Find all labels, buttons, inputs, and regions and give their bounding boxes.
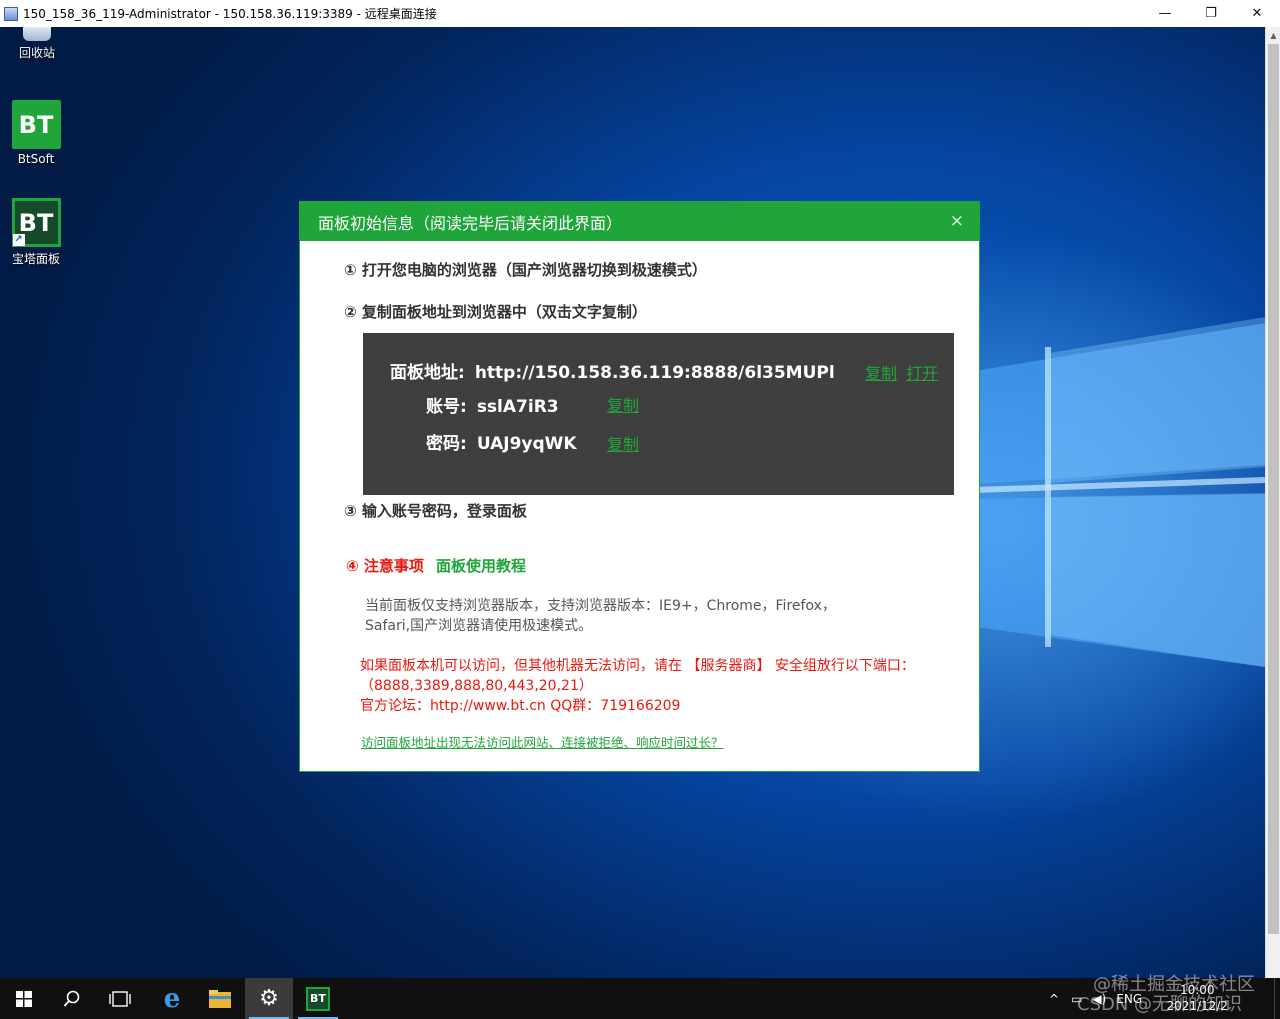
password-row: 密码: UAJ9yqWK [426,429,577,454]
close-button[interactable]: ✕ [1234,0,1280,27]
start-button[interactable] [0,978,48,1019]
account-row: 账号: sslA7iR3 [426,392,559,417]
notice-heading: ④ 注意事项 [346,557,424,575]
step-3: ③ 输入账号密码，登录面板 [344,502,527,520]
search-icon [63,990,80,1007]
desktop-icon-recycle-bin[interactable]: 回收站 [1,27,73,61]
internet-explorer-button[interactable]: e [148,978,196,1019]
search-button[interactable] [48,978,96,1019]
ports-note-line-1: 如果面板本机可以访问，但其他机器无法访问，请在 【服务器商】 安全组放行以下端口… [360,658,915,674]
shortcut-arrow-icon: ↗ [12,234,25,246]
copy-password-link[interactable]: 复制 [607,431,639,455]
watermark-csdn: CSDN @无聊的知识 [1077,994,1243,1015]
ports-note-line-2: （8888,3389,888,80,443,20,21） [360,678,593,694]
settings-button[interactable]: ⚙ [245,978,293,1019]
file-explorer-button[interactable] [196,978,244,1019]
desktop-icon-label: 宝塔面板 [11,252,60,266]
minimize-button[interactable]: — [1142,0,1188,27]
step-1: ① 打开您电脑的浏览器（国产浏览器切换到极速模式） [344,261,707,279]
copy-address-link[interactable]: 复制 [865,360,897,384]
task-view-button[interactable] [96,978,144,1019]
help-link[interactable]: 访问面板地址出现无法访问此网站、连接被拒绝、响应时间过长？ [361,732,724,751]
settings-icon: ⚙ [259,986,279,1011]
desktop-icon-label: 回收站 [18,46,55,60]
panel-address-value[interactable]: http://150.158.36.119:8888/6l35MUPl [475,363,835,383]
desktop-icon-bt-panel[interactable]: BT ↗ 宝塔面板 [0,198,72,267]
recycle-bin-icon [23,27,51,41]
remote-desktop-icon [4,6,18,21]
file-explorer-icon [209,989,231,1008]
step-2: ② 复制面板地址到浏览器中（双击文字复制） [344,303,647,321]
task-view-icon [109,990,131,1007]
scroll-thumb[interactable] [1268,44,1279,934]
start-icon [16,990,32,1007]
rdp-title-bar: 150_158_36_119-Administrator - 150.158.3… [0,0,1280,27]
browser-note-line-2: Safari,国产浏览器请使用极速模式。 [365,618,593,634]
forum-note: 官方论坛：http://www.bt.cn QQ群：719166209 [360,698,681,714]
vertical-scrollbar[interactable]: ▲ [1265,27,1280,978]
password-label: 密码: [426,434,467,454]
dialog-title: 面板初始信息（阅读完毕后请关闭此界面） [318,213,623,233]
edge-ie-icon: e [163,983,181,1014]
tutorial-link[interactable]: 面板使用教程 [436,557,526,575]
show-desktop-button[interactable] [1274,978,1280,1019]
dialog-header: 面板初始信息（阅读完毕后请关闭此界面） × [300,202,979,241]
panel-address-row: 面板地址: http://150.158.36.119:8888/6l35MUPl [390,358,835,383]
panel-address-label: 面板地址: [390,363,465,383]
bt-panel-icon: BT ↗ [11,198,61,247]
account-label: 账号: [426,397,467,417]
credentials-panel: 面板地址: http://150.158.36.119:8888/6l35MUPl… [363,333,954,495]
notice-title: ④ 注意事项 面板使用教程 [346,555,526,576]
password-value[interactable]: UAJ9yqWK [477,434,577,454]
window-controls: — ❐ ✕ [1142,0,1280,27]
bt-icon: BT [11,100,61,149]
tray-chevron-icon[interactable]: ^ [1049,992,1059,1006]
open-address-link[interactable]: 打开 [906,360,938,384]
remote-desktop: 回收站 BT BtSoft BT ↗ 宝塔面板 面板初始信息（阅读完毕后请关闭此… [0,27,1265,978]
browser-note-line-1: 当前面板仅支持浏览器版本，支持浏览器版本：IE9+，Chrome，Firefox… [365,598,836,614]
bt-panel-taskbar-button[interactable]: BT [294,978,342,1019]
desktop-icon-btsoft[interactable]: BT BtSoft [0,100,72,166]
bt-panel-glyph: BT [18,208,54,237]
dialog-close-icon[interactable]: × [950,211,964,231]
rdp-window-title: 150_158_36_119-Administrator - 150.158.3… [23,7,437,21]
bt-panel-info-dialog: 面板初始信息（阅读完毕后请关闭此界面） × ① 打开您电脑的浏览器（国产浏览器切… [299,201,980,772]
account-value[interactable]: sslA7iR3 [477,397,559,417]
copy-account-link[interactable]: 复制 [607,392,639,416]
restore-button[interactable]: ❐ [1188,0,1234,27]
desktop-icon-label: BtSoft [17,152,55,166]
scroll-up-icon[interactable]: ▲ [1266,27,1280,44]
bt-panel-taskbar-icon: BT [306,986,330,1011]
